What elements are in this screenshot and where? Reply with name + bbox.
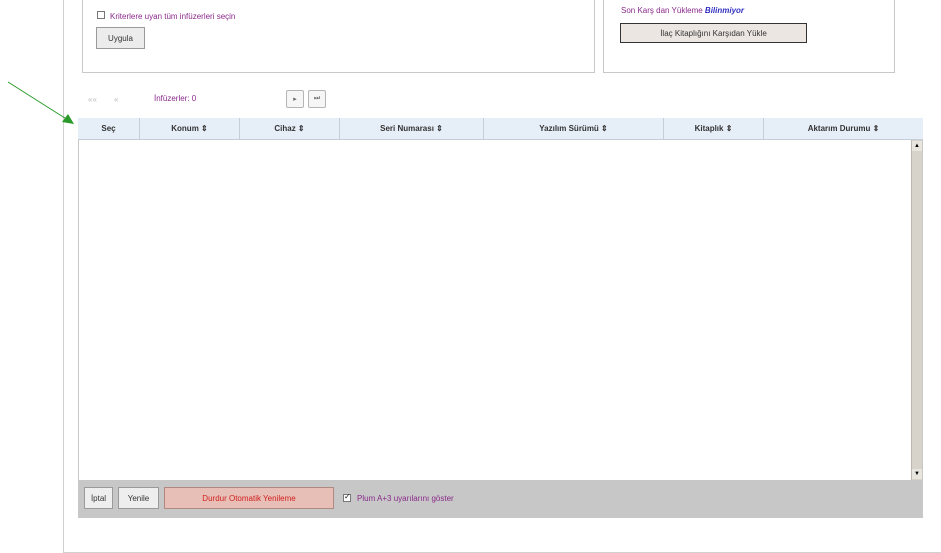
- select-all-label: Kriterlere uyan tüm infüzerleri seçin: [110, 12, 236, 21]
- last-load-info: Son Karş dan Yükleme Bilinmiyor: [621, 6, 744, 15]
- cancel-button[interactable]: İptal: [84, 487, 113, 509]
- prev-page-link[interactable]: «: [114, 95, 118, 104]
- column-header-library[interactable]: Kitaplık ⇕: [664, 118, 764, 140]
- load-library-button[interactable]: İlaç Kitaplığını Karşıdan Yükle: [620, 23, 807, 43]
- select-all-checkbox[interactable]: [97, 11, 105, 19]
- last-page-button[interactable]: ⏭: [308, 90, 326, 108]
- last-load-value: Bilinmiyor: [704, 6, 745, 15]
- show-alerts-label: Plum A+3 uyarılarını göster: [357, 494, 454, 503]
- stop-auto-refresh-button[interactable]: Durdur Otomatik Yenileme: [164, 487, 334, 509]
- table-header: Seç Konum ⇕ Cihaz ⇕ Seri Numarası ⇕ Yazı…: [78, 118, 923, 140]
- table-body: [79, 140, 911, 480]
- show-alerts-checkbox[interactable]: [343, 492, 351, 502]
- last-icon: ⏭: [313, 95, 321, 102]
- last-load-label: Son Karş dan Yükleme: [621, 6, 703, 15]
- apply-button[interactable]: Uygula: [96, 27, 145, 49]
- arrow-pointer-icon: [7, 81, 74, 124]
- scroll-up-icon[interactable]: ▲: [912, 141, 922, 151]
- column-header-device[interactable]: Cihaz ⇕: [240, 118, 340, 140]
- column-header-location[interactable]: Konum ⇕: [140, 118, 240, 140]
- column-header-software[interactable]: Yazılım Sürümü ⇕: [484, 118, 664, 140]
- refresh-button[interactable]: Yenile: [118, 487, 159, 509]
- next-icon: ▸: [293, 96, 297, 103]
- next-page-button[interactable]: ▸: [286, 90, 304, 108]
- scroll-down-icon[interactable]: ▼: [912, 469, 922, 479]
- vertical-scrollbar[interactable]: ▲ ▼: [911, 140, 922, 480]
- column-header-transfer-status[interactable]: Aktarım Durumu ⇕: [764, 118, 923, 140]
- infuser-count: İnfüzerler: 0: [154, 94, 197, 103]
- column-header-serial[interactable]: Seri Numarası ⇕: [340, 118, 484, 140]
- filter-section: [82, 0, 595, 73]
